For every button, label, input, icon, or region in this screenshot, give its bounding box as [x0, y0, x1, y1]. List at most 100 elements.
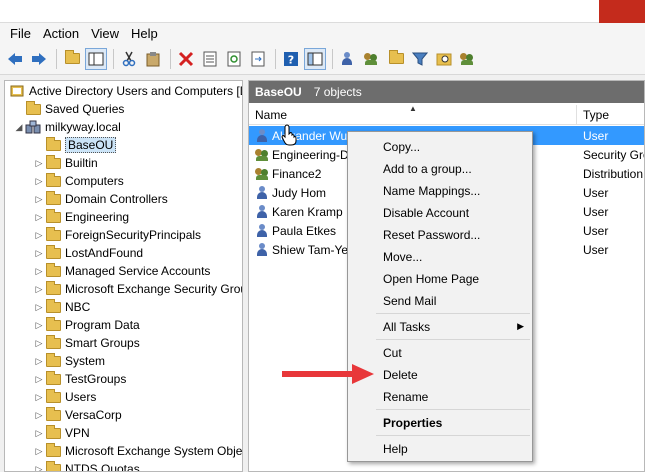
menu-help[interactable]: Help [125, 24, 164, 43]
tree-item[interactable]: ▷ Computers [33, 172, 124, 190]
tree-item-label: Managed Service Accounts [65, 264, 211, 278]
paste-icon[interactable] [142, 48, 164, 70]
tree-item[interactable]: ▷ ForeignSecurityPrincipals [33, 226, 201, 244]
tree-item[interactable]: ▷ NTDS Quotas [33, 460, 140, 472]
menu-action[interactable]: Action [37, 24, 85, 43]
object-type: User [583, 242, 609, 257]
expand-arrow-icon[interactable]: ▷ [33, 356, 45, 367]
menu-item-all-tasks[interactable]: All Tasks [383, 320, 430, 334]
expand-arrow-icon[interactable]: ▷ [33, 374, 45, 385]
expand-arrow-icon[interactable]: ▷ [33, 446, 45, 457]
expand-arrow-icon[interactable]: ▷ [33, 464, 45, 472]
domain-icon [25, 120, 41, 134]
new-ou-icon[interactable] [385, 48, 407, 70]
delete-icon[interactable] [175, 48, 197, 70]
expand-arrow-icon[interactable]: ▷ [33, 428, 45, 439]
expand-arrow-icon[interactable]: ▷ [33, 410, 45, 421]
close-button[interactable] [599, 0, 645, 23]
menu-item-move[interactable]: Move... [383, 250, 422, 264]
menu-separator [376, 435, 530, 436]
tree-item[interactable]: ▷ Users [33, 388, 96, 406]
menu-item-copy[interactable]: Copy... [383, 140, 420, 154]
back-icon[interactable] [4, 48, 26, 70]
menu-item-rename[interactable]: Rename [383, 390, 428, 404]
toolbar-separator [113, 48, 114, 69]
folder-icon [45, 172, 61, 188]
menu-item-name-mappings[interactable]: Name Mappings... [383, 184, 480, 198]
menu-item-reset-password[interactable]: Reset Password... [383, 228, 480, 242]
title-bar [0, 0, 645, 23]
tree-item-label: Engineering [65, 210, 130, 224]
tree-item[interactable]: ▷ Domain Controllers [33, 190, 168, 208]
tree-item-label: Microsoft Exchange System Obje [65, 444, 243, 458]
tree-item-label: Microsoft Exchange Security Grou [65, 282, 243, 296]
tree-item[interactable]: ▷ Microsoft Exchange Security Grou [33, 280, 243, 298]
new-group-icon[interactable] [361, 48, 383, 70]
expand-arrow-icon[interactable]: ▷ [33, 176, 45, 187]
tree-item[interactable]: ▷ Engineering [33, 208, 129, 226]
expand-arrow-icon[interactable]: ▷ [33, 284, 45, 295]
menu-item-add-to-group[interactable]: Add to a group... [383, 162, 472, 176]
tree-item[interactable]: ▷ Program Data [33, 316, 140, 334]
up-folder-icon[interactable] [61, 48, 83, 70]
add-to-group-icon[interactable] [457, 48, 479, 70]
toolbar: ? [0, 43, 645, 75]
tree-item[interactable]: ▷ Builtin [33, 154, 98, 172]
expand-arrow-icon[interactable]: ▷ [33, 266, 45, 277]
menu-separator [376, 409, 530, 410]
new-user-icon[interactable] [337, 48, 359, 70]
menu-view[interactable]: View [85, 24, 125, 43]
refresh-icon[interactable] [223, 48, 245, 70]
console-root-icon [9, 84, 25, 98]
tree-item-label: Users [65, 390, 97, 404]
context-menu: Copy... Add to a group... Name Mappings.… [347, 131, 533, 462]
menu-item-open-home-page[interactable]: Open Home Page [383, 272, 479, 286]
console-tree-icon[interactable] [304, 47, 326, 70]
forward-icon[interactable] [28, 48, 50, 70]
tree-item[interactable]: ▷ Managed Service Accounts [33, 262, 210, 280]
object-name: Shiew Tam-Ye [272, 242, 349, 257]
help-icon[interactable]: ? [280, 48, 302, 70]
expand-arrow-icon[interactable]: ▷ [33, 194, 45, 205]
folder-icon [45, 460, 61, 471]
expand-arrow-icon[interactable]: ▷ [33, 212, 45, 223]
menu-item-properties[interactable]: Properties [383, 416, 442, 430]
column-header-type[interactable]: Type [577, 105, 644, 125]
tree-item[interactable]: BaseOU [33, 136, 117, 154]
collapse-arrow-icon[interactable]: ◢ [13, 122, 25, 133]
expand-arrow-icon[interactable]: ▷ [33, 338, 45, 349]
object-type: Security Gro [583, 147, 645, 162]
expand-arrow-icon[interactable]: ▷ [33, 302, 45, 313]
cut-icon[interactable] [118, 48, 140, 70]
menu-item-help[interactable]: Help [383, 442, 408, 456]
tree-item-domain[interactable]: ◢ milkyway.local [13, 118, 121, 136]
menu-item-disable-account[interactable]: Disable Account [383, 206, 469, 220]
expand-arrow-icon[interactable]: ▷ [33, 230, 45, 241]
find-icon[interactable] [433, 48, 455, 70]
tree-item[interactable]: ▷ Microsoft Exchange System Obje [33, 442, 242, 460]
menu-item-send-mail[interactable]: Send Mail [383, 294, 436, 308]
tree-item[interactable]: ▷ TestGroups [33, 370, 126, 388]
hand-cursor-icon [281, 124, 297, 146]
tree-item[interactable]: ▷ System [33, 352, 105, 370]
menu-item-cut[interactable]: Cut [383, 346, 402, 360]
properties-icon[interactable] [199, 48, 221, 70]
expand-arrow-icon[interactable]: ▷ [33, 158, 45, 169]
folder-icon [45, 226, 61, 242]
show-tree-icon[interactable] [85, 47, 107, 70]
tree-item[interactable]: ▷ NBC [33, 298, 90, 316]
menu-file[interactable]: File [4, 24, 37, 43]
tree-root[interactable]: Active Directory Users and Computers [D [9, 82, 242, 100]
expand-arrow-icon[interactable]: ▷ [33, 248, 45, 259]
tree-item[interactable]: ▷ LostAndFound [33, 244, 143, 262]
tree-item[interactable]: ▷ Smart Groups [33, 334, 140, 352]
tree-item[interactable]: ▷ VPN [33, 424, 90, 442]
menu-item-delete[interactable]: Delete [383, 368, 418, 382]
folder-icon [45, 442, 61, 458]
tree-item[interactable]: ▷ VersaCorp [33, 406, 122, 424]
expand-arrow-icon[interactable]: ▷ [33, 320, 45, 331]
tree-item-saved-queries[interactable]: Saved Queries [25, 100, 124, 118]
export-icon[interactable] [247, 48, 269, 70]
expand-arrow-icon[interactable]: ▷ [33, 392, 45, 403]
filter-icon[interactable] [409, 48, 431, 70]
